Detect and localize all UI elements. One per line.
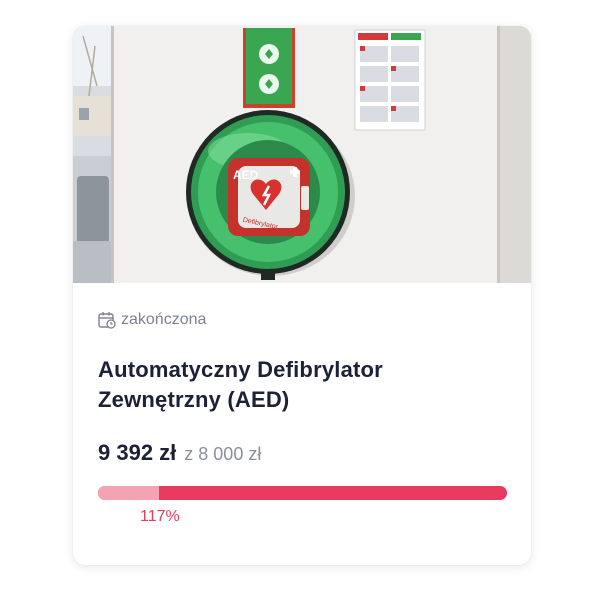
progress-overflow-segment [98,486,159,500]
campaign-card[interactable]: AED Defibrylator zakończona Automatyczny… [73,26,531,565]
amounts: 9 392 zł z 8 000 zł [98,440,507,466]
title-line-1: Automatyczny Defibrylator [98,357,383,382]
progress-percent: 117% [140,508,180,525]
campaign-info: zakończona Automatyczny Defibrylator Zew… [73,283,531,526]
aed-device-label: AED [233,168,259,182]
progress-bar [98,486,507,500]
title-line-2: Zewnętrzny (AED) [98,387,290,412]
raised-amount: 9 392 zł [98,440,177,465]
campaign-photo: AED Defibrylator [73,26,531,283]
status-label: zakończona [121,311,207,328]
aed-cabinet-photo: AED Defibrylator [73,26,531,283]
campaign-status: zakończona [98,309,507,331]
calendar-clock-icon [98,311,116,329]
goal-amount: z 8 000 zł [184,444,262,464]
campaign-title[interactable]: Automatyczny Defibrylator Zewnętrzny (AE… [98,355,507,415]
